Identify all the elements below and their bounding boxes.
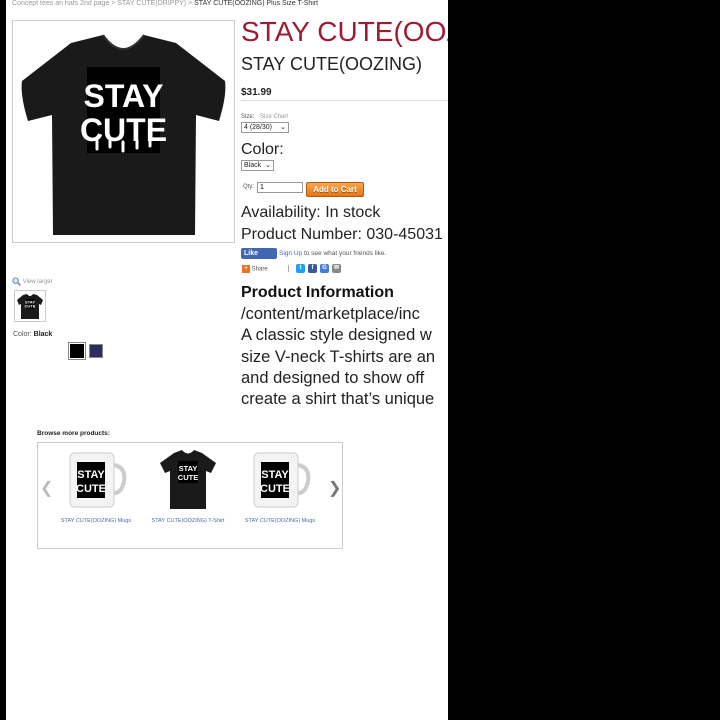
product-subtitle: STAY CUTE(OOZING) (241, 54, 423, 74)
size-label-row: Size: Size Chart (241, 114, 288, 120)
facebook-icon[interactable]: f (308, 264, 317, 273)
view-larger-label: View larger (22, 279, 53, 286)
svg-text:CUTE: CUTE (260, 483, 290, 495)
related-product-label[interactable]: STAY CUTE(OOZING) Mugs (56, 518, 136, 524)
tshirt-image: STAY CUTE (160, 450, 216, 509)
description-line: create a shirt that’s unique (241, 390, 435, 409)
product-description: /content/marketplace/inc A classic style… (241, 304, 448, 410)
signup-link[interactable]: Sign Up (279, 250, 302, 257)
breadcrumb-link-concept[interactable]: Concept tees an hats 2nd page (12, 0, 109, 7)
color-select[interactable]: Black ⌄ (241, 160, 274, 171)
carousel-next-arrow-icon[interactable]: ❯ (328, 478, 341, 498)
facebook-like-text: Sign Up to see what your friends like. (279, 250, 386, 257)
description-line: and designed to show off (241, 368, 425, 387)
divider (241, 100, 448, 101)
chevron-down-icon: ⌄ (280, 124, 286, 131)
size-select[interactable]: 4 (28/30) ⌄ (241, 122, 289, 133)
related-products-carousel: ❮ ❯ STAY CUTE STAY CUTE(OOZING) Mugs STA… (37, 442, 343, 549)
product-number: Product Number: 030-45031 (241, 226, 443, 243)
main-product-image[interactable]: STAY CUTE (12, 20, 235, 243)
related-product-item[interactable]: STAY CUTE STAY CUTE(OOZING) T-Shirt (148, 447, 228, 524)
related-product-label[interactable]: STAY CUTE(OOZING) Mugs (240, 518, 320, 524)
size-chart-link[interactable]: Size Chart (260, 114, 288, 120)
description-line: size V-neck T-shirts are an (241, 347, 436, 366)
product-info-heading: Product Information (241, 284, 394, 301)
share-label: Share (251, 266, 268, 273)
mug-image: STAY CUTE (69, 452, 127, 508)
qty-label: Qty: (243, 184, 255, 190)
view-larger-link[interactable]: View larger (12, 277, 53, 286)
product-thumbnail[interactable]: STAY CUTE (14, 290, 46, 322)
svg-text:CUTE: CUTE (178, 473, 198, 482)
color-swatch-black[interactable] (69, 343, 85, 359)
print-line-1: STAY (83, 78, 163, 114)
color-label: Color: (13, 331, 32, 338)
chevron-down-icon: ⌄ (265, 162, 271, 169)
twitter-icon[interactable]: t (296, 264, 305, 273)
tshirt-image: STAY CUTE (21, 34, 226, 235)
product-page: Concept tees an hats 2nd page > STAY CUT… (6, 0, 448, 720)
related-product-label[interactable]: STAY CUTE(OOZING) T-Shirt (148, 518, 228, 524)
share-separator (288, 265, 289, 272)
color-select-value: Black (244, 162, 262, 169)
browse-title: Browse more products: (37, 430, 110, 437)
product-title: STAY CUTE(OOZING) Plus Size T-Shirt (241, 16, 448, 47)
size-label: Size: (241, 114, 255, 120)
svg-text:STAY: STAY (77, 469, 105, 481)
share-button[interactable]: + Share (242, 265, 268, 273)
related-product-item[interactable]: STAY CUTE STAY CUTE(OOZING) Mugs (56, 447, 136, 524)
like-label: Like (244, 250, 259, 257)
like-caption: to see what your friends like. (303, 250, 387, 257)
carousel-prev-arrow-icon[interactable]: ❮ (40, 478, 53, 498)
size-select-value: 4 (28/30) (244, 124, 273, 131)
svg-text:STAY: STAY (261, 469, 289, 481)
description-line: /content/marketplace/inc (241, 305, 420, 323)
share-plus-icon: + (242, 265, 250, 273)
facebook-like-button[interactable]: Like (241, 248, 277, 259)
breadcrumb-link-drippy[interactable]: STAY CUTE(DRIPPY) (117, 0, 186, 7)
mug-image: STAY CUTE (253, 452, 311, 508)
breadcrumb-separator: > (188, 0, 193, 7)
tshirt-thumbnail-image: STAY CUTE (17, 294, 43, 319)
color-title: Color: (241, 141, 284, 158)
qty-input[interactable]: 1 (257, 182, 303, 193)
email-icon[interactable]: ✉ (332, 264, 341, 273)
svg-text:CUTE: CUTE (76, 483, 106, 495)
svg-text:STAY: STAY (179, 464, 198, 473)
breadcrumb: Concept tees an hats 2nd page > STAY CUT… (12, 0, 432, 7)
product-price: $31.99 (241, 87, 272, 98)
availability: Availability: In stock (241, 204, 381, 221)
color-value: Black (33, 331, 53, 338)
related-product-item[interactable]: STAY CUTE STAY CUTE(OOZING) Mugs (240, 447, 320, 524)
google-icon[interactable]: G (320, 264, 329, 273)
add-to-cart-button[interactable]: Add to Cart (306, 182, 364, 197)
svg-text:CUTE: CUTE (25, 304, 36, 309)
description-line: A classic style designed w (241, 326, 432, 345)
breadcrumb-separator: > (111, 0, 116, 7)
selected-color: Color: Black (13, 331, 52, 338)
zoom-icon (12, 277, 21, 286)
color-swatch-navy[interactable] (89, 344, 103, 358)
breadcrumb-current: STAY CUTE(OOZING) Plus Size T-Shirt (194, 0, 319, 7)
